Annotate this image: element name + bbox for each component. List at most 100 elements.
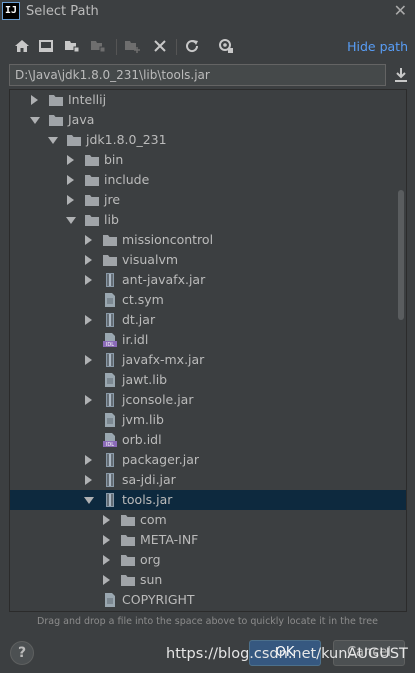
tree-row[interactable]: META-INF bbox=[10, 530, 406, 550]
tree-row[interactable]: include bbox=[10, 170, 406, 190]
tree-row[interactable]: jvm.lib bbox=[10, 410, 406, 430]
file-icon bbox=[102, 292, 118, 308]
tree-row[interactable]: org bbox=[10, 550, 406, 570]
tree-row[interactable]: jre bbox=[10, 190, 406, 210]
chevron-down-icon[interactable] bbox=[48, 137, 58, 144]
tree-row[interactable]: IDL ir.idl bbox=[10, 330, 406, 350]
help-button[interactable]: ? bbox=[10, 641, 34, 665]
tree-row[interactable]: Java bbox=[10, 110, 406, 130]
tree-row-label: dt.jar bbox=[122, 312, 156, 327]
tree-row-label: lib bbox=[104, 212, 119, 227]
tree-row-label: packager.jar bbox=[122, 452, 200, 467]
tree-row[interactable]: tools.jar bbox=[10, 490, 406, 510]
tree-row-label: ir.idl bbox=[122, 332, 149, 347]
folder-icon bbox=[84, 192, 100, 208]
chevron-right-icon[interactable] bbox=[67, 175, 74, 185]
project-folder-icon[interactable] bbox=[64, 38, 82, 56]
desktop-icon[interactable] bbox=[38, 38, 56, 56]
folder-icon bbox=[102, 232, 118, 248]
tree-row-label: sa-jdi.jar bbox=[122, 472, 176, 487]
folder-icon bbox=[48, 92, 64, 108]
close-icon[interactable]: ✕ bbox=[394, 1, 407, 20]
idl-icon: IDL bbox=[102, 332, 118, 348]
chevron-right-icon[interactable] bbox=[85, 455, 92, 465]
tree-row[interactable]: missioncontrol bbox=[10, 230, 406, 250]
path-input[interactable]: D:\Java\jdk1.8.0_231\lib\tools.jar bbox=[9, 64, 386, 86]
tree-row-label: ant-javafx.jar bbox=[122, 272, 206, 287]
home-icon[interactable] bbox=[14, 38, 32, 56]
tree-row-label: ct.sym bbox=[122, 292, 164, 307]
hide-path-link[interactable]: Hide path bbox=[347, 39, 408, 54]
tree-row-label: jconsole.jar bbox=[122, 392, 194, 407]
tree-row-label: COPYRIGHT bbox=[122, 592, 195, 607]
chevron-down-icon[interactable] bbox=[66, 217, 76, 224]
tree-row[interactable]: Intellij bbox=[10, 90, 406, 110]
tree-row[interactable]: javafx-mx.jar bbox=[10, 350, 406, 370]
tree-row-label: orb.idl bbox=[122, 432, 162, 447]
jar-icon bbox=[102, 472, 118, 488]
chevron-right-icon[interactable] bbox=[85, 355, 92, 365]
toolbar: Hide path bbox=[0, 36, 415, 60]
chevron-right-icon[interactable] bbox=[103, 535, 110, 545]
refresh-icon[interactable] bbox=[184, 38, 202, 56]
tree-row-label: tools.jar bbox=[122, 492, 173, 507]
folder-icon bbox=[120, 532, 136, 548]
watermark-text: https://blog.csdn.net/kunAUGUST bbox=[166, 646, 408, 662]
tree-row-label: jdk1.8.0_231 bbox=[86, 132, 167, 147]
tree-row[interactable]: IDL orb.idl bbox=[10, 430, 406, 450]
folder-icon bbox=[84, 152, 100, 168]
chevron-right-icon[interactable] bbox=[67, 195, 74, 205]
folder-icon bbox=[48, 112, 64, 128]
toolbar-separator bbox=[116, 39, 117, 55]
chevron-right-icon[interactable] bbox=[103, 555, 110, 565]
chevron-right-icon[interactable] bbox=[103, 575, 110, 585]
tree-row[interactable]: packager.jar bbox=[10, 450, 406, 470]
title-bar: IJ Select Path ✕ bbox=[0, 0, 415, 26]
chevron-right-icon[interactable] bbox=[85, 235, 92, 245]
file-tree[interactable]: Intellij Java jdk1.8.0_231bin include jre lib… bbox=[9, 89, 407, 612]
chevron-down-icon[interactable] bbox=[30, 117, 40, 124]
jar-icon bbox=[102, 452, 118, 468]
chevron-right-icon[interactable] bbox=[85, 475, 92, 485]
tree-row-label: META-INF bbox=[140, 532, 199, 547]
jar-icon bbox=[102, 492, 118, 508]
tree-row-label: javafx-mx.jar bbox=[122, 352, 205, 367]
folder-icon bbox=[120, 572, 136, 588]
tree-row[interactable]: ct.sym bbox=[10, 290, 406, 310]
tree-row[interactable]: visualvm bbox=[10, 250, 406, 270]
chevron-right-icon[interactable] bbox=[85, 395, 92, 405]
tree-row[interactable]: sun bbox=[10, 570, 406, 590]
tree-row[interactable]: jdk1.8.0_231 bbox=[10, 130, 406, 150]
chevron-right-icon[interactable] bbox=[31, 95, 38, 105]
chevron-right-icon[interactable] bbox=[67, 155, 74, 165]
toolbar-separator bbox=[176, 39, 177, 55]
tree-row[interactable]: sa-jdi.jar bbox=[10, 470, 406, 490]
chevron-down-icon[interactable] bbox=[84, 497, 94, 504]
show-hidden-files-icon[interactable] bbox=[218, 38, 236, 56]
svg-text:IDL: IDL bbox=[106, 442, 114, 448]
drag-drop-hint: Drag and drop a file into the space abov… bbox=[37, 616, 378, 627]
jar-icon bbox=[102, 352, 118, 368]
tree-row[interactable]: jconsole.jar bbox=[10, 390, 406, 410]
tree-row[interactable]: dt.jar bbox=[10, 310, 406, 330]
download-icon[interactable] bbox=[393, 67, 409, 83]
jar-icon bbox=[102, 392, 118, 408]
tree-row[interactable]: com bbox=[10, 510, 406, 530]
chevron-right-icon[interactable] bbox=[103, 515, 110, 525]
folder-icon bbox=[84, 172, 100, 188]
tree-row[interactable]: jawt.lib bbox=[10, 370, 406, 390]
tree-row[interactable]: ant-javafx.jar bbox=[10, 270, 406, 290]
tree-row-label: include bbox=[104, 172, 150, 187]
tree-row[interactable]: bin bbox=[10, 150, 406, 170]
chevron-right-icon[interactable] bbox=[85, 315, 92, 325]
tree-row-label: jre bbox=[104, 192, 121, 207]
intellij-app-icon: IJ bbox=[2, 2, 20, 20]
delete-icon[interactable] bbox=[152, 38, 170, 56]
chevron-right-icon[interactable] bbox=[85, 255, 92, 265]
chevron-right-icon[interactable] bbox=[85, 275, 92, 285]
tree-row-label: com bbox=[140, 512, 167, 527]
tree-row[interactable]: lib bbox=[10, 210, 406, 230]
tree-row[interactable]: COPYRIGHT bbox=[10, 590, 406, 610]
tree-row-label: jawt.lib bbox=[122, 372, 168, 387]
vertical-scrollbar[interactable] bbox=[398, 190, 404, 320]
